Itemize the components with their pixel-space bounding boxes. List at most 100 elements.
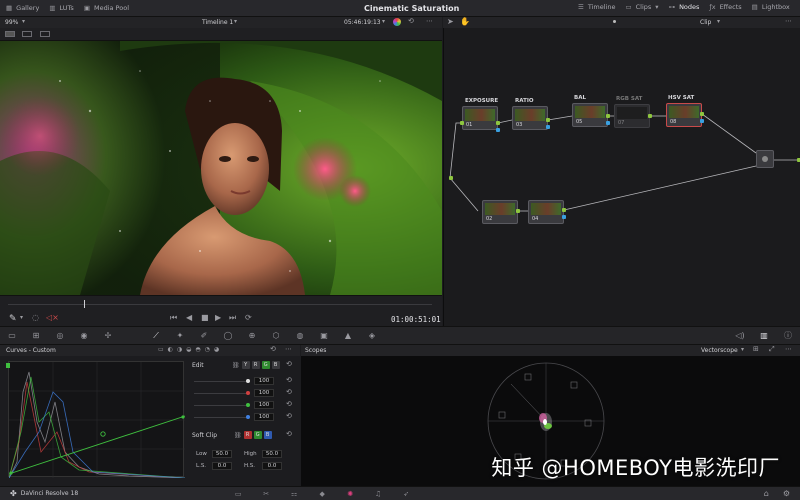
- channel-r-button[interactable]: R: [251, 361, 260, 369]
- input-pin[interactable]: [449, 176, 453, 180]
- node-output-pin[interactable]: [496, 121, 500, 125]
- lightbox-tab[interactable]: ▤ Lightbox: [752, 3, 790, 11]
- node-05[interactable]: 05: [572, 103, 608, 127]
- reset-icon[interactable]: ⟲: [286, 360, 292, 368]
- key-icon[interactable]: ▣: [312, 331, 336, 340]
- reset-icon[interactable]: ⟲: [286, 430, 292, 438]
- node-input-pin[interactable]: [460, 121, 464, 125]
- low-value[interactable]: 50.0: [212, 450, 232, 458]
- gallery-tab[interactable]: ▦ Gallery: [6, 4, 39, 12]
- slider-r[interactable]: [194, 393, 246, 394]
- highlight-icon[interactable]: ◌: [32, 313, 39, 322]
- color-wheel-icon[interactable]: [393, 18, 401, 26]
- color-warper-icon[interactable]: ✦: [168, 331, 192, 340]
- node-output-pin[interactable]: [648, 114, 652, 118]
- skip-back-icon[interactable]: ⏮: [170, 313, 177, 323]
- softclip-b-button[interactable]: B: [263, 431, 272, 439]
- rgb-mixer-icon[interactable]: ◉: [72, 331, 96, 340]
- clips-tab[interactable]: ▭ Clips ▾: [625, 3, 658, 11]
- camera-raw-icon[interactable]: ▭: [0, 331, 24, 340]
- node-04[interactable]: 04: [528, 200, 564, 224]
- hand-icon[interactable]: ✋: [460, 17, 470, 26]
- hue-vs-lum-icon[interactable]: ◒: [186, 346, 191, 353]
- reset-icon[interactable]: ⟲: [286, 376, 292, 384]
- node-key-pin[interactable]: [562, 215, 566, 219]
- link-icon[interactable]: ⛓: [232, 362, 240, 369]
- softclip-r-button[interactable]: R: [243, 431, 252, 439]
- g-intensity-value[interactable]: 100: [254, 401, 274, 409]
- channel-g-button[interactable]: G: [261, 361, 270, 369]
- chevron-down-icon[interactable]: ▾: [717, 18, 720, 25]
- audio-icon[interactable]: ◁): [728, 331, 752, 340]
- slider-y[interactable]: [194, 381, 246, 382]
- node-key-pin[interactable]: [700, 119, 704, 123]
- blur-icon[interactable]: ◍: [288, 331, 312, 340]
- r-intensity-value[interactable]: 100: [254, 389, 274, 397]
- single-view-icon[interactable]: [5, 31, 15, 37]
- sat-vs-lum-icon[interactable]: ◕: [214, 346, 219, 353]
- sat-vs-sat-icon[interactable]: ◔: [205, 346, 210, 353]
- timeline-name[interactable]: Timeline 1: [202, 19, 233, 26]
- more-options-icon[interactable]: ⋯: [785, 17, 792, 25]
- node-mode-select[interactable]: Clip: [700, 19, 711, 26]
- step-back-icon[interactable]: ◀: [186, 313, 192, 322]
- more-options-icon[interactable]: ⋯: [285, 345, 292, 353]
- chevron-down-icon[interactable]: ▾: [741, 346, 744, 353]
- reset-icon[interactable]: ⟲: [270, 345, 276, 353]
- node-output-pin[interactable]: [546, 118, 550, 122]
- node-07[interactable]: 07: [614, 104, 650, 128]
- sync-icon[interactable]: ⟲: [408, 17, 414, 25]
- reset-icon[interactable]: ⟲: [286, 400, 292, 408]
- node-key-pin[interactable]: [606, 121, 610, 125]
- color-page-icon[interactable]: ✺: [336, 490, 364, 498]
- hue-vs-sat-icon[interactable]: ◑: [177, 346, 182, 353]
- node-output-pin[interactable]: [562, 208, 566, 212]
- scope-settings-icon[interactable]: ⊞: [753, 345, 759, 353]
- chevron-down-icon[interactable]: ▾: [382, 18, 385, 25]
- channel-b-button[interactable]: B: [271, 361, 280, 369]
- chevron-down-icon[interactable]: ▾: [20, 314, 23, 321]
- lum-vs-sat-icon[interactable]: ◓: [195, 346, 200, 353]
- high-value[interactable]: 50.0: [262, 450, 282, 458]
- pointer-icon[interactable]: ➤: [447, 17, 454, 26]
- node-graph[interactable]: EXPOSURE RATIO BAL RGB SAT HSV SAT 01 03…: [443, 28, 800, 326]
- play-icon[interactable]: ▶: [215, 313, 221, 322]
- parallel-mixer-node[interactable]: [756, 150, 774, 168]
- qualifier-icon[interactable]: ✐: [192, 331, 216, 340]
- scope-type-select[interactable]: Vectorscope: [701, 347, 738, 354]
- split-view-icon[interactable]: [22, 31, 32, 37]
- softclip-g-button[interactable]: G: [253, 431, 262, 439]
- node-key-pin[interactable]: [546, 125, 550, 129]
- nodes-tab[interactable]: ⊶ Nodes: [669, 3, 700, 11]
- fairlight-page-icon[interactable]: ♫: [364, 490, 392, 498]
- motion-effects-icon[interactable]: ✢: [96, 331, 120, 340]
- y-intensity-value[interactable]: 100: [254, 377, 274, 385]
- link-icon[interactable]: ⛓: [234, 432, 242, 439]
- scopes-icon[interactable]: ▥: [752, 331, 776, 340]
- loop-icon[interactable]: ⟳: [245, 313, 252, 322]
- ls-value[interactable]: 0.0: [212, 462, 232, 470]
- media-pool-tab[interactable]: ▣ Media Pool: [84, 4, 129, 12]
- slider-g[interactable]: [194, 405, 246, 406]
- 3d-icon[interactable]: ◈: [360, 331, 384, 340]
- edit-page-icon[interactable]: ⚏: [280, 490, 308, 498]
- node-01[interactable]: 01: [462, 106, 498, 130]
- home-icon[interactable]: ⌂: [764, 489, 769, 498]
- skip-forward-icon[interactable]: ⏭: [229, 313, 236, 323]
- effects-tab[interactable]: ƒx Effects: [709, 3, 741, 11]
- window-icon[interactable]: ◯: [216, 331, 240, 340]
- scrubber-track[interactable]: [8, 304, 432, 305]
- expand-icon[interactable]: ⤢: [769, 345, 775, 354]
- more-options-icon[interactable]: ⋯: [426, 17, 433, 25]
- settings-icon[interactable]: ⚙: [783, 489, 790, 498]
- reset-icon[interactable]: ⟲: [286, 412, 292, 420]
- magic-mask-icon[interactable]: ⬡: [264, 331, 288, 340]
- node-key-pin[interactable]: [496, 128, 500, 132]
- info-icon[interactable]: ⓘ: [776, 330, 800, 341]
- node-output-pin[interactable]: [606, 114, 610, 118]
- gallery-view-icon[interactable]: [40, 31, 50, 37]
- playhead[interactable]: [84, 300, 85, 308]
- timeline-tab[interactable]: ☰ Timeline: [578, 3, 615, 11]
- chevron-down-icon[interactable]: ▾: [22, 18, 25, 25]
- channel-y-button[interactable]: Y: [241, 361, 250, 369]
